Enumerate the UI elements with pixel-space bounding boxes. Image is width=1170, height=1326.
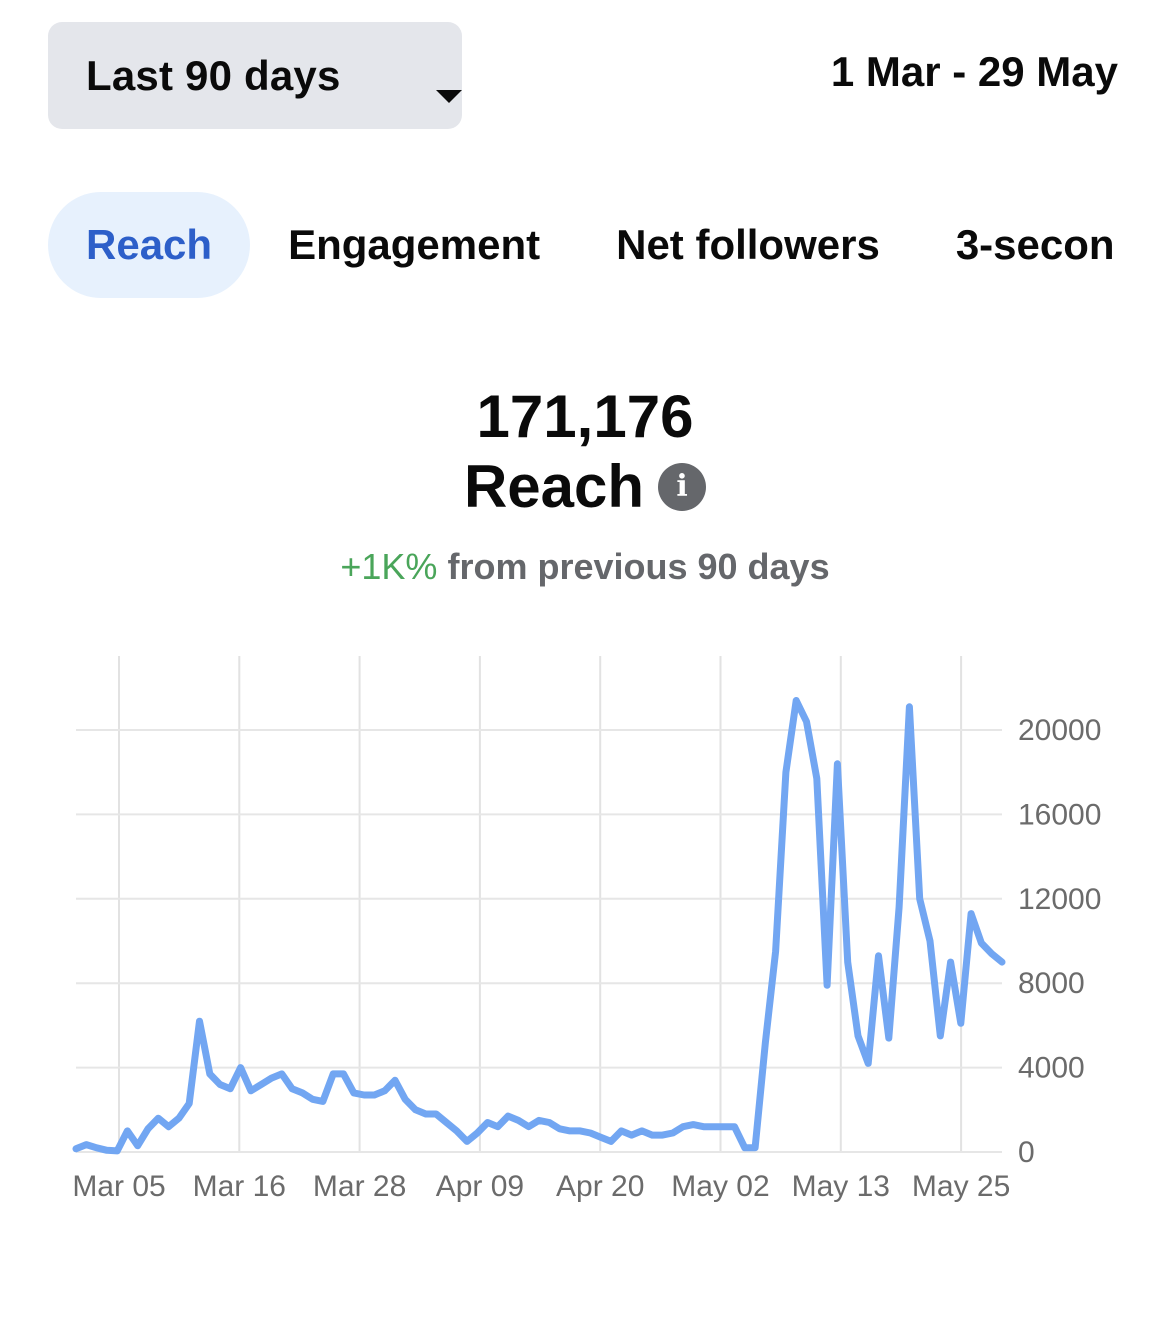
date-range-text: 1 Mar - 29 May bbox=[830, 48, 1118, 95]
date-range-selector[interactable]: Last 90 days bbox=[48, 22, 462, 129]
date-range-selector-label: Last 90 days bbox=[86, 51, 341, 99]
y-tick-label: 0 bbox=[1018, 1136, 1035, 1169]
x-tick-label: May 25 bbox=[912, 1170, 1010, 1203]
x-tick-label: Apr 20 bbox=[556, 1170, 644, 1203]
tab-3-second[interactable]: 3-secon bbox=[918, 192, 1153, 298]
comparison-line: +1K% from previous 90 days bbox=[0, 546, 1170, 588]
delta-percentage: +1K% bbox=[340, 546, 438, 587]
x-tick-label: May 13 bbox=[792, 1170, 890, 1203]
x-tick-label: Mar 28 bbox=[313, 1170, 406, 1203]
horizontal-gridlines bbox=[76, 729, 1002, 1153]
comparison-text: from previous 90 days bbox=[447, 546, 830, 587]
caret-down-icon bbox=[436, 90, 462, 103]
tab-net-followers[interactable]: Net followers bbox=[578, 192, 918, 298]
reach-series-line bbox=[72, 697, 1006, 1155]
tab-reach[interactable]: Reach bbox=[48, 192, 251, 298]
x-tick-label: Mar 05 bbox=[72, 1170, 165, 1203]
tab-engagement[interactable]: Engagement bbox=[250, 192, 578, 298]
reach-line-chart: 040008000120001600020000 Mar 05 Mar 16 Mar… bbox=[72, 656, 1101, 1203]
info-icon[interactable]: i bbox=[658, 462, 707, 511]
metric-tabs: Reach Engagement Net followers 3-secon bbox=[48, 192, 1153, 298]
y-tick-label: 20000 bbox=[1018, 714, 1101, 747]
y-tick-label: 4000 bbox=[1018, 1052, 1085, 1085]
y-tick-label: 8000 bbox=[1018, 967, 1085, 1000]
metric-label-row: Reach i bbox=[0, 452, 1170, 521]
y-tick-label: 16000 bbox=[1018, 798, 1101, 831]
x-tick-label: May 02 bbox=[671, 1170, 769, 1203]
x-axis-labels: Mar 05 Mar 16 Mar 28 Apr 09 Apr 20 May 02 May … bbox=[72, 1170, 1010, 1203]
y-axis-labels: 0 4000 8000 12000 16000 20000 bbox=[1018, 714, 1101, 1169]
metric-value: 171,176 bbox=[476, 383, 694, 450]
x-tick-label: Apr 09 bbox=[436, 1170, 524, 1203]
y-tick-label: 12000 bbox=[1018, 883, 1101, 916]
metric-label: Reach bbox=[463, 453, 645, 520]
x-tick-label: Mar 16 bbox=[193, 1170, 286, 1203]
